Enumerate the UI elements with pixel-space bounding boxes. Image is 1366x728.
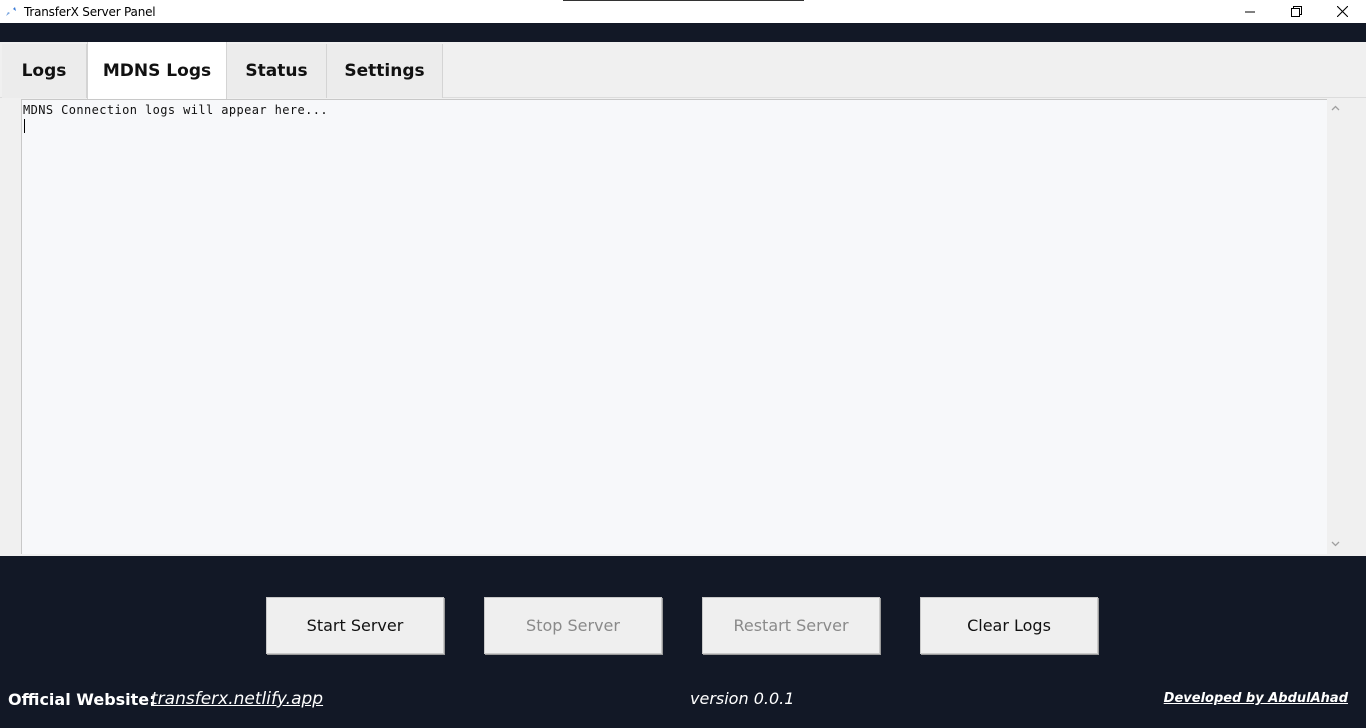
restart-server-button[interactable]: Restart Server [702, 597, 880, 654]
start-server-button[interactable]: Start Server [266, 597, 444, 654]
title-divider [563, 0, 804, 1]
tab-mdns-logs[interactable]: MDNS Logs [87, 42, 227, 99]
clear-logs-button[interactable]: Clear Logs [920, 597, 1098, 654]
log-scrollbar[interactable] [1327, 99, 1344, 554]
restore-icon [1290, 6, 1302, 17]
close-icon [1336, 6, 1348, 17]
window-title: TransferX Server Panel [24, 5, 156, 19]
chevron-down-icon [1331, 541, 1340, 547]
tab-bar: Logs MDNS Logs Status Settings [0, 42, 1366, 99]
developer-link[interactable]: Developed by AbdulAhad [1164, 691, 1348, 706]
chevron-up-icon [1331, 105, 1340, 111]
minimize-button[interactable] [1227, 0, 1273, 23]
panel-edge [1344, 99, 1366, 556]
website-link[interactable]: transferx.netlify.app [151, 689, 323, 709]
stop-server-button[interactable]: Stop Server [484, 597, 662, 654]
minimize-icon [1245, 11, 1255, 12]
tab-status[interactable]: Status [227, 44, 327, 98]
website-label: Official Website: [8, 690, 156, 709]
log-placeholder-text: MDNS Connection logs will appear here... [23, 103, 328, 117]
tab-panel: Logs MDNS Logs Status Settings MDNS Conn… [0, 42, 1366, 556]
mdns-log-textarea[interactable]: MDNS Connection logs will appear here... [21, 99, 1328, 554]
tab-logs[interactable]: Logs [2, 44, 87, 98]
transferx-icon [6, 7, 16, 16]
title-bar: TransferX Server Panel [0, 0, 1366, 23]
header-strip [0, 23, 1366, 42]
scroll-up-button[interactable] [1327, 101, 1344, 115]
close-button[interactable] [1319, 0, 1365, 23]
scroll-down-button[interactable] [1327, 537, 1344, 551]
tab-settings[interactable]: Settings [327, 44, 443, 98]
version-text: version 0.0.1 [690, 689, 795, 708]
text-cursor [24, 119, 25, 133]
restore-button[interactable] [1273, 0, 1319, 23]
